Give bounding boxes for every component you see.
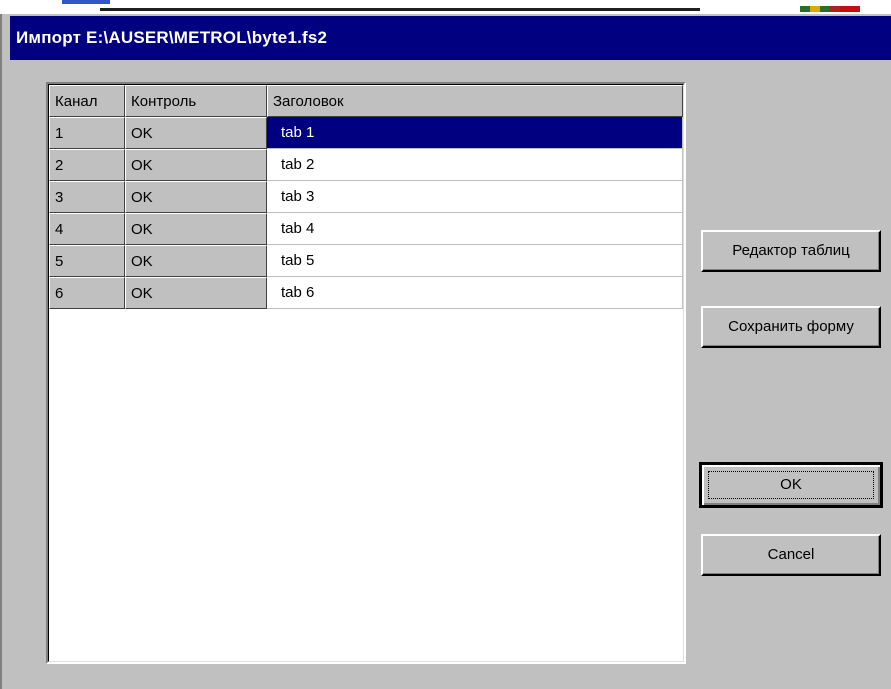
table-row[interactable]: 6 OK tab 6 xyxy=(49,277,683,309)
row-control-cell: OK xyxy=(125,277,267,309)
grid-header-row: Канал Контроль Заголовок xyxy=(49,85,683,117)
table-editor-button[interactable]: Редактор таблиц xyxy=(701,230,881,272)
table-row[interactable]: 5 OK tab 5 xyxy=(49,245,683,277)
cancel-label: Cancel xyxy=(767,546,815,563)
background-window-strip xyxy=(0,0,891,14)
dialog-title-bar[interactable]: Импорт E:\AUSER\METROL\byte1.fs2 xyxy=(10,16,891,60)
focus-rectangle xyxy=(708,471,874,499)
table-editor-label: Редактор таблиц xyxy=(732,242,850,259)
row-channel-cell: 6 xyxy=(49,277,125,309)
ok-button[interactable]: OK xyxy=(699,462,883,508)
row-title-cell[interactable]: tab 6 xyxy=(267,277,683,309)
row-control-cell: OK xyxy=(125,117,267,149)
background-window-fragment xyxy=(62,0,110,4)
table-row[interactable]: 3 OK tab 3 xyxy=(49,181,683,213)
header-control[interactable]: Контроль xyxy=(125,85,267,117)
table-row[interactable]: 4 OK tab 4 xyxy=(49,213,683,245)
channels-grid[interactable]: Канал Контроль Заголовок 1 OK tab 1 2 OK… xyxy=(46,82,686,664)
cancel-button[interactable]: Cancel xyxy=(701,534,881,576)
row-control-cell: OK xyxy=(125,181,267,213)
row-control-cell: OK xyxy=(125,149,267,181)
row-title-cell[interactable]: tab 4 xyxy=(267,213,683,245)
row-channel-cell: 1 xyxy=(49,117,125,149)
row-control-cell: OK xyxy=(125,213,267,245)
background-window-fragment xyxy=(840,6,860,12)
dialog-edge xyxy=(0,14,2,689)
table-row[interactable]: 2 OK tab 2 xyxy=(49,149,683,181)
header-title[interactable]: Заголовок xyxy=(267,85,683,117)
row-control-cell: OK xyxy=(125,245,267,277)
background-window-fragment xyxy=(100,8,700,11)
background-window-fragment xyxy=(800,6,840,12)
save-form-label: Сохранить форму xyxy=(728,318,854,335)
save-form-button[interactable]: Сохранить форму xyxy=(701,306,881,348)
table-row[interactable]: 1 OK tab 1 xyxy=(49,117,683,149)
row-title-cell[interactable]: tab 5 xyxy=(267,245,683,277)
row-channel-cell: 5 xyxy=(49,245,125,277)
header-channel[interactable]: Канал xyxy=(49,85,125,117)
row-title-cell[interactable]: tab 3 xyxy=(267,181,683,213)
row-title-cell[interactable]: tab 1 xyxy=(267,117,683,149)
dialog-title: Импорт E:\AUSER\METROL\byte1.fs2 xyxy=(16,28,328,47)
row-channel-cell: 4 xyxy=(49,213,125,245)
row-channel-cell: 2 xyxy=(49,149,125,181)
row-title-cell[interactable]: tab 2 xyxy=(267,149,683,181)
row-channel-cell: 3 xyxy=(49,181,125,213)
grid-body: Канал Контроль Заголовок 1 OK tab 1 2 OK… xyxy=(48,84,684,662)
